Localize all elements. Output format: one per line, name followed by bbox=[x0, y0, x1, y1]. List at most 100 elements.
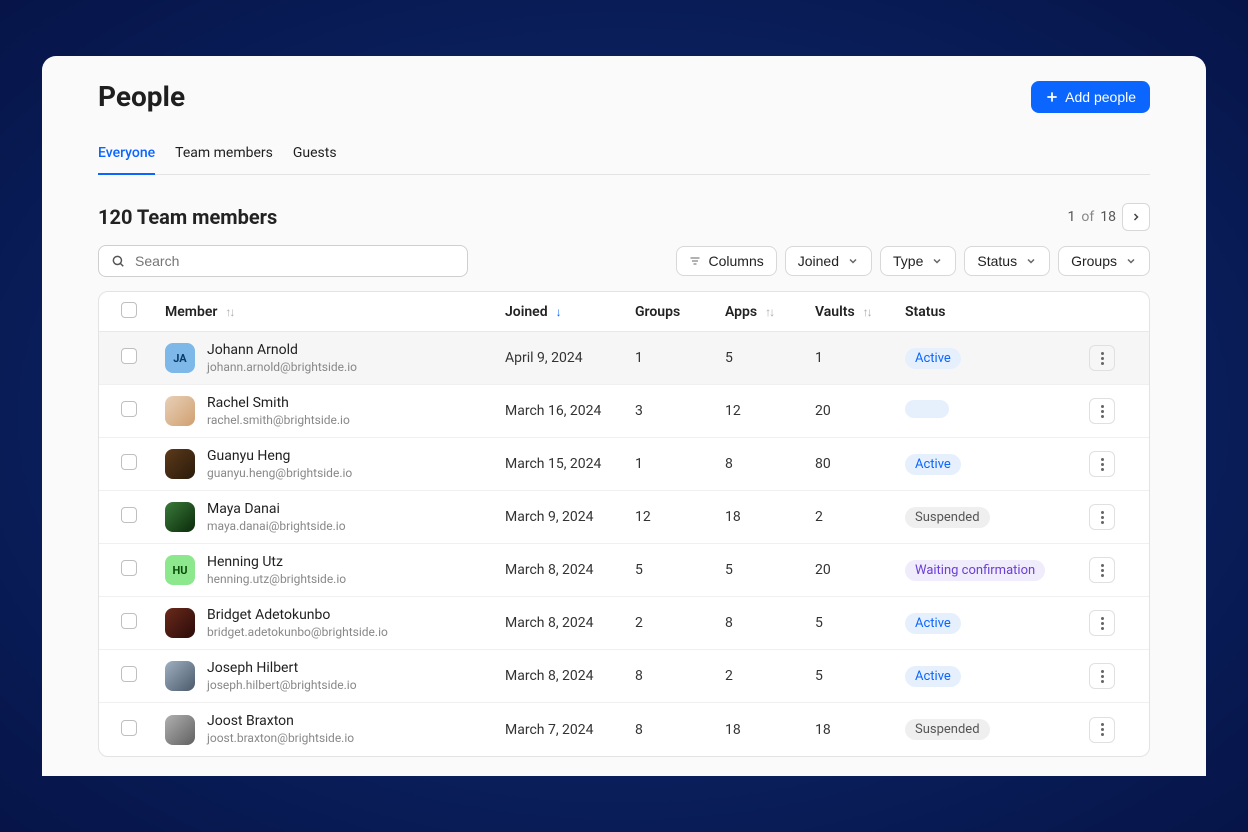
chevron-down-icon bbox=[847, 255, 859, 267]
table-body: JA Johann Arnold johann.arnold@brightsid… bbox=[99, 332, 1149, 756]
status-badge: Suspended bbox=[905, 719, 990, 740]
col-status[interactable]: Status bbox=[905, 304, 1065, 320]
plus-icon bbox=[1045, 90, 1059, 104]
filter-joined[interactable]: Joined bbox=[785, 246, 872, 276]
filter-type[interactable]: Type bbox=[880, 246, 956, 276]
member-email: joseph.hilbert@brightside.io bbox=[207, 678, 357, 692]
table-row[interactable]: Bridget Adetokunbo bridget.adetokunbo@br… bbox=[99, 597, 1149, 650]
col-groups[interactable]: Groups bbox=[635, 304, 725, 320]
col-joined[interactable]: Joined ↓ bbox=[505, 304, 635, 320]
select-all-checkbox[interactable] bbox=[121, 302, 137, 318]
row-checkbox[interactable] bbox=[121, 560, 137, 576]
filter-status[interactable]: Status bbox=[964, 246, 1050, 276]
page-total: 18 bbox=[1100, 209, 1116, 225]
row-menu-button[interactable] bbox=[1089, 717, 1115, 743]
row-checkbox[interactable] bbox=[121, 507, 137, 523]
table-row[interactable]: JA Johann Arnold johann.arnold@brightsid… bbox=[99, 332, 1149, 385]
joined-cell: March 8, 2024 bbox=[505, 668, 635, 684]
member-cell: Maya Danai maya.danai@brightside.io bbox=[165, 501, 505, 533]
vaults-cell: 18 bbox=[815, 722, 905, 738]
members-table: Member ↑↓ Joined ↓ Groups Apps ↑↓ Vaults… bbox=[98, 291, 1150, 757]
pagination: 1 of 18 bbox=[1068, 203, 1150, 231]
vaults-cell: 20 bbox=[815, 403, 905, 419]
row-menu-button[interactable] bbox=[1089, 345, 1115, 371]
col-apps[interactable]: Apps ↑↓ bbox=[725, 304, 815, 320]
row-checkbox[interactable] bbox=[121, 720, 137, 736]
search-box[interactable] bbox=[98, 245, 468, 277]
row-menu-button[interactable] bbox=[1089, 398, 1115, 424]
col-member[interactable]: Member ↑↓ bbox=[165, 304, 505, 320]
vaults-cell: 1 bbox=[815, 350, 905, 366]
tab-everyone[interactable]: Everyone bbox=[98, 135, 155, 175]
row-checkbox[interactable] bbox=[121, 613, 137, 629]
avatar: JA bbox=[165, 343, 195, 373]
table-row[interactable]: Maya Danai maya.danai@brightside.io Marc… bbox=[99, 491, 1149, 544]
tab-guests[interactable]: Guests bbox=[293, 135, 337, 175]
member-cell: Bridget Adetokunbo bridget.adetokunbo@br… bbox=[165, 607, 505, 639]
member-name: Guanyu Heng bbox=[207, 448, 352, 465]
status-cell: Suspended bbox=[905, 719, 1065, 740]
member-cell: JA Johann Arnold johann.arnold@brightsid… bbox=[165, 342, 505, 374]
sort-icon: ↑↓ bbox=[225, 305, 233, 319]
page-of: of bbox=[1081, 209, 1094, 225]
team-count: 120 Team members bbox=[98, 205, 277, 229]
member-email: rachel.smith@brightside.io bbox=[207, 413, 350, 427]
row-checkbox[interactable] bbox=[121, 348, 137, 364]
search-input[interactable] bbox=[133, 252, 455, 270]
row-checkbox[interactable] bbox=[121, 401, 137, 417]
page-current: 1 bbox=[1068, 209, 1076, 225]
columns-label: Columns bbox=[709, 253, 764, 269]
row-checkbox[interactable] bbox=[121, 666, 137, 682]
table-row[interactable]: Joseph Hilbert joseph.hilbert@brightside… bbox=[99, 650, 1149, 703]
avatar bbox=[165, 715, 195, 745]
joined-cell: March 16, 2024 bbox=[505, 403, 635, 419]
member-email: bridget.adetokunbo@brightside.io bbox=[207, 625, 388, 639]
col-vaults[interactable]: Vaults ↑↓ bbox=[815, 304, 905, 320]
status-label: Status bbox=[977, 253, 1017, 269]
row-menu-button[interactable] bbox=[1089, 451, 1115, 477]
more-icon bbox=[1101, 670, 1104, 683]
more-icon bbox=[1101, 458, 1104, 471]
row-menu-button[interactable] bbox=[1089, 610, 1115, 636]
sort-icon: ↑↓ bbox=[863, 305, 871, 319]
row-checkbox[interactable] bbox=[121, 454, 137, 470]
sub-header-row: 120 Team members 1 of 18 bbox=[98, 203, 1150, 231]
member-cell: Joost Braxton joost.braxton@brightside.i… bbox=[165, 713, 505, 745]
sort-icon: ↑↓ bbox=[765, 305, 773, 319]
groups-cell: 1 bbox=[635, 456, 725, 472]
row-menu-button[interactable] bbox=[1089, 504, 1115, 530]
table-row[interactable]: Guanyu Heng guanyu.heng@brightside.io Ma… bbox=[99, 438, 1149, 491]
row-menu-button[interactable] bbox=[1089, 663, 1115, 689]
page-title: People bbox=[98, 80, 185, 113]
status-cell bbox=[905, 400, 1065, 422]
table-row[interactable]: Rachel Smith rachel.smith@brightside.io … bbox=[99, 385, 1149, 438]
sort-down-icon: ↓ bbox=[556, 305, 560, 319]
row-menu-button[interactable] bbox=[1089, 557, 1115, 583]
table-row[interactable]: Joost Braxton joost.braxton@brightside.i… bbox=[99, 703, 1149, 756]
tab-team-members[interactable]: Team members bbox=[175, 135, 273, 175]
more-icon bbox=[1101, 511, 1104, 524]
filter-groups[interactable]: Groups bbox=[1058, 246, 1150, 276]
add-people-button[interactable]: Add people bbox=[1031, 81, 1150, 113]
status-badge: Waiting confirmation bbox=[905, 560, 1045, 581]
columns-icon bbox=[689, 255, 701, 267]
next-page-button[interactable] bbox=[1122, 203, 1150, 231]
columns-button[interactable]: Columns bbox=[676, 246, 777, 276]
apps-cell: 12 bbox=[725, 403, 815, 419]
member-email: johann.arnold@brightside.io bbox=[207, 360, 357, 374]
table-row[interactable]: HU Henning Utz henning.utz@brightside.io… bbox=[99, 544, 1149, 597]
chevron-down-icon bbox=[1025, 255, 1037, 267]
member-name: Rachel Smith bbox=[207, 395, 350, 412]
member-email: guanyu.heng@brightside.io bbox=[207, 466, 352, 480]
status-cell: Waiting confirmation bbox=[905, 560, 1065, 581]
apps-cell: 5 bbox=[725, 350, 815, 366]
joined-label: Joined bbox=[798, 253, 839, 269]
type-label: Type bbox=[893, 253, 923, 269]
page-header: People Add people bbox=[98, 80, 1150, 113]
more-icon bbox=[1101, 564, 1104, 577]
vaults-cell: 5 bbox=[815, 615, 905, 631]
apps-cell: 18 bbox=[725, 509, 815, 525]
member-cell: HU Henning Utz henning.utz@brightside.io bbox=[165, 554, 505, 586]
status-badge: Suspended bbox=[905, 507, 990, 528]
groups-cell: 5 bbox=[635, 562, 725, 578]
